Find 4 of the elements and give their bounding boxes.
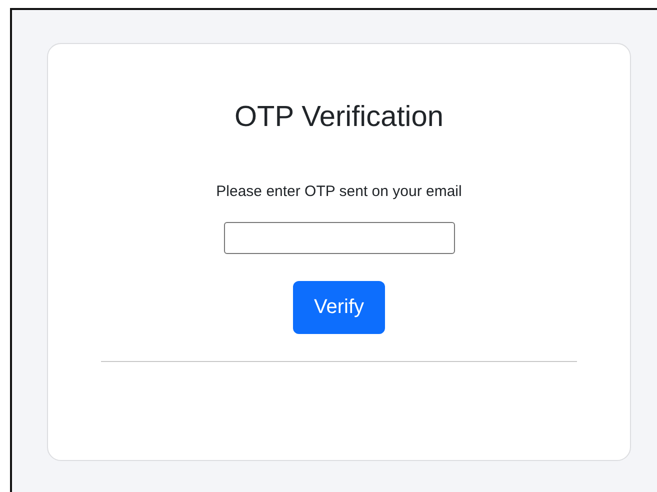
- verify-button[interactable]: Verify: [293, 281, 385, 334]
- instruction-text: Please enter OTP sent on your email: [216, 182, 462, 202]
- otp-input-field[interactable]: [224, 222, 454, 254]
- page-title: OTP Verification: [234, 100, 444, 135]
